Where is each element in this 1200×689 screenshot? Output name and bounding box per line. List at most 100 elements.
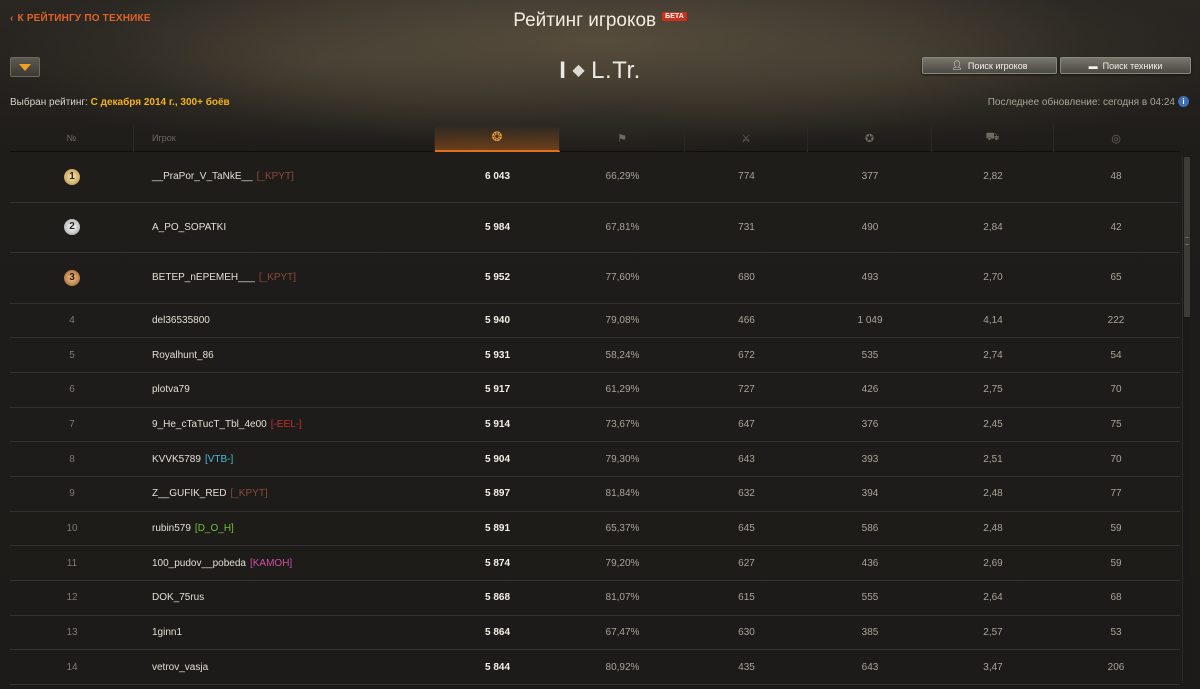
player-name-link[interactable]: 100_pudov__pobeda xyxy=(152,558,246,569)
clan-tag-link[interactable]: [_KPYT] xyxy=(259,272,296,283)
kills-cell: 2,82 xyxy=(983,171,1003,183)
clan-tag-link[interactable]: [KAMOH] xyxy=(250,558,292,569)
column-win-rate[interactable]: ⚑ xyxy=(560,124,685,152)
column-kills[interactable]: ⛟ xyxy=(932,124,1054,152)
player-name-link[interactable]: DOK_75rus xyxy=(152,592,204,603)
info-icon[interactable]: i xyxy=(1178,96,1189,107)
player-cell: KVVK5789 [VTB-] xyxy=(134,454,435,465)
player-name-link[interactable]: plotva79 xyxy=(152,384,190,395)
battles-cell: 466 xyxy=(738,314,755,326)
win-rate-cell: 58,24% xyxy=(605,349,640,361)
rank-cell: 11 xyxy=(66,557,78,569)
player-name-link[interactable]: Royalhunt_86 xyxy=(152,350,214,361)
win-rate-cell: 65,37% xyxy=(605,522,640,534)
search-players-button[interactable]: 👤︎ Поиск игроков xyxy=(922,57,1057,74)
table-row[interactable]: 13 1ginn1 5 864 67,47% 630 385 2,57 53 xyxy=(10,616,1180,651)
spotted-cell: 77 xyxy=(1110,488,1122,500)
table-header: № Игрок ❂ ⚑ ⚔ ✪ ⛟ ◎ xyxy=(10,124,1180,152)
rank-cell: 7 xyxy=(69,418,75,430)
vehicle-tier: I xyxy=(559,57,567,84)
clan-tag-link[interactable]: [_KPYT] xyxy=(230,488,267,499)
player-name-link[interactable]: KVVK5789 xyxy=(152,454,201,465)
win-rate-cell: 66,29% xyxy=(605,171,640,183)
search-vehicles-button[interactable]: ▬ Поиск техники xyxy=(1060,57,1191,74)
scrollbar-thumb[interactable] xyxy=(1184,157,1190,317)
win-rate-cell: 67,81% xyxy=(605,221,640,233)
battles-cell: 774 xyxy=(738,171,755,183)
kills-cell: 2,64 xyxy=(983,592,1003,604)
rating-cell: 5 897 xyxy=(484,488,511,500)
table-row[interactable]: 6 plotva79 5 917 61,29% 727 426 2,75 70 xyxy=(10,373,1180,408)
rating-cell: 5 952 xyxy=(484,272,511,284)
player-cell: __PraPor_V_TaNkE__ [_KPYT] xyxy=(134,171,435,182)
table-row[interactable]: 5 Royalhunt_86 5 931 58,24% 672 535 2,74 54 xyxy=(10,338,1180,373)
clan-tag-link[interactable]: [-EEL-] xyxy=(271,419,302,430)
player-name-link[interactable]: BETEP_nEPEMEH___ xyxy=(152,272,255,283)
filter-button[interactable] xyxy=(10,57,40,77)
player-cell: Royalhunt_86 xyxy=(134,350,435,361)
battles-cell: 645 xyxy=(738,522,755,534)
column-rating[interactable]: ❂ xyxy=(435,124,560,152)
kills-cell: 2,84 xyxy=(983,221,1003,233)
player-cell: vetrov_vasja xyxy=(134,662,435,673)
player-name-link[interactable]: 9_He_cTaTucT_Tbl_4e00 xyxy=(152,419,267,430)
table-body: 1 __PraPor_V_TaNkE__ [_KPYT] 6 043 66,29% 774… xyxy=(10,152,1180,686)
rank-cell: 9 xyxy=(69,488,75,500)
player-name-link[interactable]: __PraPor_V_TaNkE__ xyxy=(152,171,253,182)
rank-cell: 12 xyxy=(66,592,78,604)
damage-cell: 385 xyxy=(861,627,879,639)
table-row[interactable]: 1 __PraPor_V_TaNkE__ [_KPYT] 6 043 66,29% 774… xyxy=(10,152,1180,203)
player-name-link[interactable]: A_PO_SOPATKI xyxy=(152,222,226,233)
tank-icon: ▬ xyxy=(1088,60,1098,71)
rank-cell: 13 xyxy=(66,627,78,639)
last-update-text: Последнее обновление: сегодня в 04:24 xyxy=(987,97,1175,108)
damage-cell: 535 xyxy=(861,349,879,361)
battles-cell: 643 xyxy=(738,453,755,465)
table-row[interactable]: 8 KVVK5789 [VTB-] 5 904 79,30% 643 393 2,51 70 xyxy=(10,442,1180,477)
table-row[interactable]: 12 DOK_75rus 5 868 81,07% 615 555 2,64 68 xyxy=(10,581,1180,616)
table-row[interactable]: 11 100_pudov__pobeda [KAMOH] 5 874 79,20% 627… xyxy=(10,546,1180,581)
table-row[interactable]: 9 Z__GUFIK_RED [_KPYT] 5 897 81,84% 632 394 2,4… xyxy=(10,477,1180,512)
kills-cell: 2,51 xyxy=(983,453,1003,465)
column-spotted[interactable]: ◎ xyxy=(1054,125,1178,152)
kills-cell: 2,48 xyxy=(983,488,1003,500)
player-icon: 👤︎ xyxy=(951,60,963,70)
table-row[interactable]: 14 vetrov_vasja 5 844 80,92% 435 643 3,47 206 xyxy=(10,650,1180,686)
scrollbar[interactable] xyxy=(1182,157,1190,682)
win-rate-cell: 79,20% xyxy=(605,557,640,569)
table-row[interactable]: 7 9_He_cTaTucT_Tbl_4e00 [-EEL-] 5 914 73,67%… xyxy=(10,408,1180,443)
player-name-link[interactable]: rubin579 xyxy=(152,523,191,534)
column-rank[interactable]: № xyxy=(10,124,134,152)
player-cell: BETEP_nEPEMEH___ [_KPYT] xyxy=(134,272,435,283)
spotted-cell: 65 xyxy=(1110,272,1122,284)
player-name-link[interactable]: Z__GUFIK_RED xyxy=(152,488,226,499)
column-damage[interactable]: ✪ xyxy=(808,124,932,152)
battles-cell: 630 xyxy=(738,627,755,639)
kills-cell: 4,14 xyxy=(983,314,1003,326)
selected-rating-value[interactable]: С декабря 2014 г., 300+ боёв xyxy=(91,97,230,108)
column-player[interactable]: Игрок xyxy=(134,124,435,152)
rating-cell: 5 844 xyxy=(484,661,511,673)
spotted-cell: 70 xyxy=(1110,384,1122,396)
clan-tag-link[interactable]: [_KPYT] xyxy=(257,171,294,182)
table-row[interactable]: 3 BETEP_nEPEMEH___ [_KPYT] 5 952 77,60% 680 49… xyxy=(10,253,1180,304)
table-row[interactable]: 4 del36535800 5 940 79,08% 466 1 049 4,14 222 xyxy=(10,304,1180,339)
spotted-cell: 70 xyxy=(1110,453,1122,465)
player-name-link[interactable]: 1ginn1 xyxy=(152,627,182,638)
player-name-link[interactable]: del36535800 xyxy=(152,315,210,326)
player-name-link[interactable]: vetrov_vasja xyxy=(152,662,208,673)
player-cell: rubin579 [D_O_H] xyxy=(134,523,435,534)
clan-tag-link[interactable]: [D_O_H] xyxy=(195,523,234,534)
spotted-cell: 48 xyxy=(1110,171,1122,183)
rating-cell: 5 914 xyxy=(484,418,511,430)
spotted-cell: 59 xyxy=(1110,522,1122,534)
spotted-cell: 68 xyxy=(1110,592,1122,604)
battles-cell: 731 xyxy=(738,221,755,233)
battles-cell: 672 xyxy=(738,349,755,361)
player-cell: del36535800 xyxy=(134,315,435,326)
table-row[interactable]: 2 A_PO_SOPATKI 5 984 67,81% 731 490 2,84 42 xyxy=(10,203,1180,253)
table-row[interactable]: 10 rubin579 [D_O_H] 5 891 65,37% 645 586 2,48 59 xyxy=(10,512,1180,547)
column-battles[interactable]: ⚔ xyxy=(685,124,808,152)
clan-tag-link[interactable]: [VTB-] xyxy=(205,454,233,465)
kills-cell: 2,48 xyxy=(983,522,1003,534)
